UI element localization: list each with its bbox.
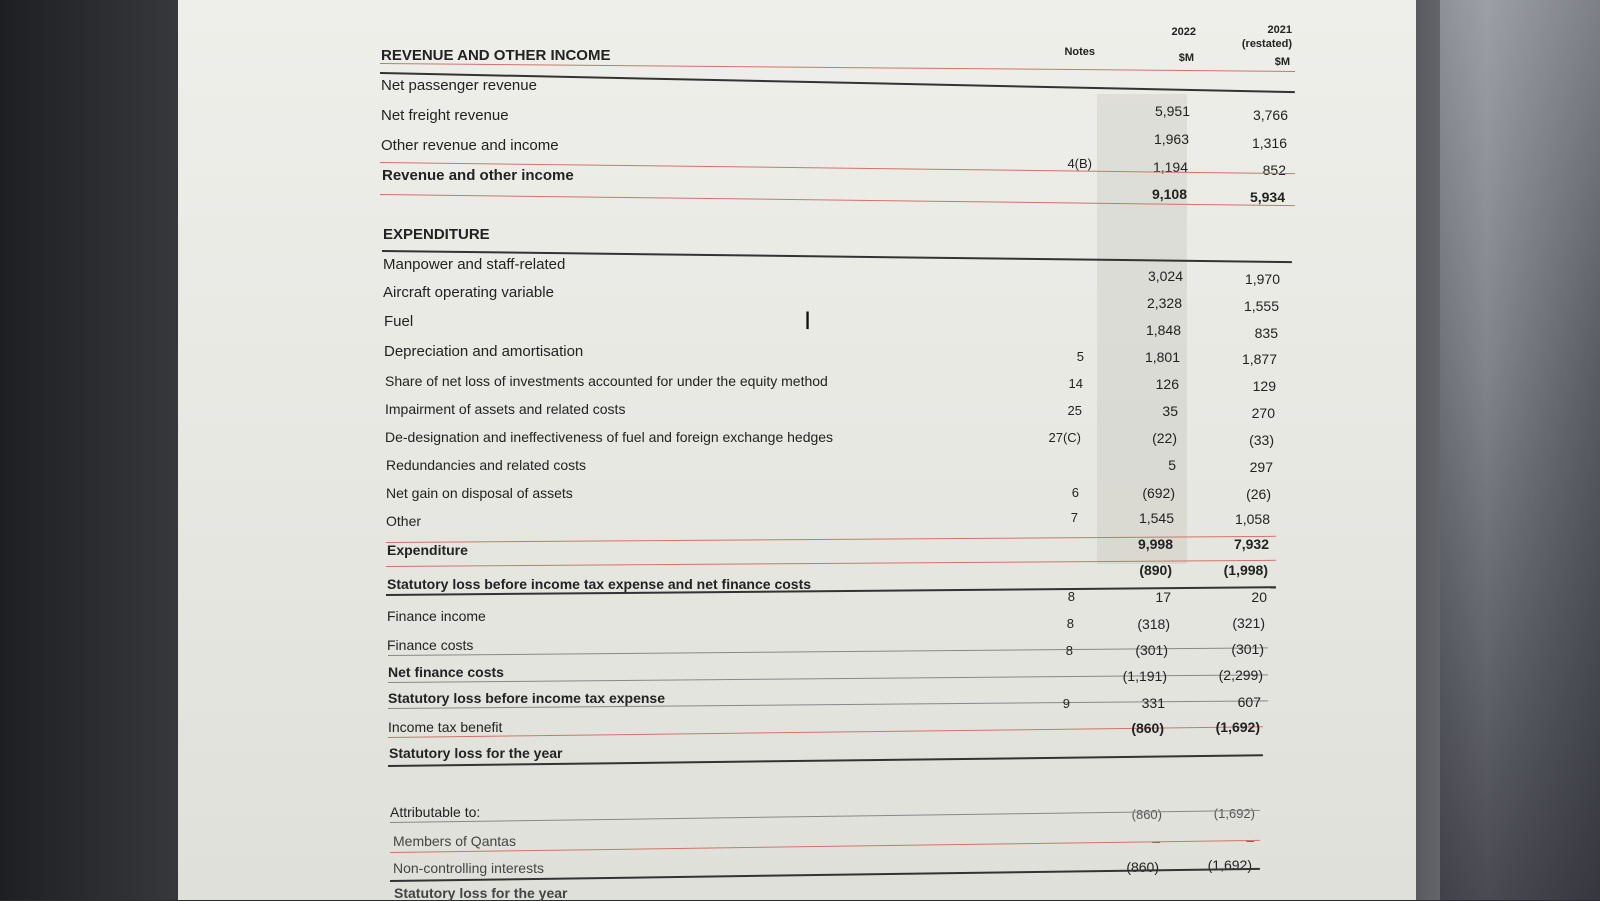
- row-label: Non-controlling interests: [393, 860, 544, 876]
- year-2021-header: 2021: [1267, 24, 1292, 36]
- value-2021: (2,299): [1218, 667, 1263, 683]
- value-2022: 9,108: [1151, 186, 1187, 202]
- value-2022: (860): [1131, 807, 1162, 822]
- value-2021: (33): [1249, 432, 1274, 448]
- value-2022: 1,801: [1144, 349, 1180, 365]
- value-2022: 1,545: [1138, 510, 1174, 526]
- value-2021: (1,998): [1223, 562, 1268, 578]
- value-2022: (318): [1137, 616, 1170, 632]
- value-2021: 1,877: [1241, 351, 1277, 367]
- value-2021: (301): [1231, 641, 1264, 657]
- expenditure-section-title: EXPENDITURE: [383, 226, 490, 243]
- row-label-total: Statutory loss before income tax expense…: [387, 576, 812, 592]
- value-2021: 7,932: [1233, 536, 1269, 552]
- value-2021: (1,692): [1215, 719, 1260, 735]
- value-2021: (321): [1232, 615, 1265, 631]
- value-2021: 20: [1251, 589, 1267, 605]
- row-label: Manpower and staff-related: [383, 256, 566, 273]
- value-2022: 1,963: [1153, 131, 1189, 147]
- value-2022: 2,328: [1146, 295, 1182, 311]
- value-2021: 5,934: [1249, 189, 1285, 205]
- year-2022-unit: $M: [1178, 52, 1194, 64]
- note-ref: 8: [1065, 643, 1073, 658]
- value-2021: (1,692): [1213, 806, 1255, 821]
- value-2021: 852: [1262, 162, 1286, 178]
- row-label: Aircraft operating variable: [383, 284, 554, 301]
- value-2021: 270: [1251, 405, 1275, 421]
- row-label: Members of Qantas: [393, 833, 516, 849]
- value-2021: 1,058: [1234, 511, 1270, 527]
- note-ref: 8: [1066, 616, 1074, 631]
- row-label: Other revenue and income: [381, 137, 559, 154]
- row-label: Other: [386, 513, 422, 529]
- row-label: Finance income: [387, 608, 486, 624]
- note-ref: 8: [1067, 589, 1075, 604]
- row-label: Redundancies and related costs: [386, 457, 587, 473]
- value-2022: (301): [1135, 642, 1168, 658]
- value-2022: 5: [1168, 457, 1176, 473]
- revenue-section-title: REVENUE AND OTHER INCOME: [381, 47, 611, 64]
- value-2021: 607: [1237, 694, 1261, 710]
- row-label-total: Expenditure: [387, 542, 468, 558]
- value-2022: 35: [1162, 403, 1178, 419]
- note-ref: 25: [1067, 403, 1082, 418]
- row-label-total: Net finance costs: [388, 664, 504, 680]
- value-2022: (692): [1142, 485, 1175, 501]
- value-2022: (22): [1152, 430, 1177, 446]
- notes-header: Notes: [1064, 46, 1095, 58]
- row-label: Depreciation and amortisation: [384, 343, 584, 360]
- value-2021: 3,766: [1252, 107, 1288, 123]
- row-label: Income tax benefit: [388, 719, 503, 735]
- row-label-total: Statutory loss for the year: [389, 745, 563, 761]
- row-label: Impairment of assets and related costs: [385, 401, 626, 417]
- note-ref: 14: [1068, 376, 1083, 391]
- note-ref: 6: [1071, 485, 1079, 500]
- note-ref: 5: [1076, 349, 1084, 364]
- value-2022: (890): [1139, 562, 1172, 578]
- value-2022: 126: [1155, 376, 1179, 392]
- row-label: Net gain on disposal of assets: [386, 485, 573, 501]
- row-label-total: Revenue and other income: [382, 167, 574, 184]
- value-2022: (860): [1131, 720, 1164, 736]
- note-ref: 7: [1070, 510, 1078, 525]
- value-2022: 9,998: [1137, 536, 1173, 552]
- attributable-title: Attributable to:: [390, 804, 481, 820]
- value-2022: 17: [1155, 589, 1171, 605]
- year-2022-header: 2022: [1171, 26, 1196, 38]
- year-2021-restated: (restated): [1241, 38, 1292, 50]
- value-2021: 1,316: [1251, 135, 1287, 151]
- value-2021: 297: [1249, 459, 1273, 475]
- text-cursor-icon: Ι: [804, 307, 812, 335]
- value-2021: 835: [1254, 325, 1278, 341]
- row-label: Fuel: [384, 313, 414, 330]
- row-label-total: Statutory loss before income tax expense: [388, 690, 665, 706]
- value-2022: 1,848: [1145, 322, 1181, 338]
- value-2021: 1,555: [1243, 298, 1279, 314]
- value-2022: (1,191): [1122, 668, 1167, 684]
- background-left: [0, 0, 200, 900]
- value-2021: 1,970: [1244, 271, 1280, 287]
- row-label: De-designation and ineffectiveness of fu…: [385, 429, 834, 445]
- value-2021: 129: [1252, 378, 1276, 394]
- value-2022: (860): [1126, 859, 1159, 875]
- row-label: Share of net loss of investments account…: [385, 373, 828, 389]
- row-label: Finance costs: [387, 637, 474, 653]
- background-glare: [1440, 0, 1600, 900]
- note-ref: 27(C): [1048, 430, 1081, 445]
- value-2021: (26): [1246, 486, 1271, 502]
- year-2021-unit: $M: [1274, 56, 1290, 68]
- note-ref: 4(B): [1067, 156, 1092, 171]
- value-2022: 3,024: [1147, 268, 1183, 284]
- row-label-total: Statutory loss for the year: [394, 885, 568, 901]
- value-2022: 331: [1141, 695, 1165, 711]
- note-ref: 9: [1062, 696, 1070, 711]
- row-label: Net passenger revenue: [381, 77, 537, 94]
- row-label: Net freight revenue: [381, 107, 509, 124]
- value-2022: 5,951: [1154, 103, 1190, 119]
